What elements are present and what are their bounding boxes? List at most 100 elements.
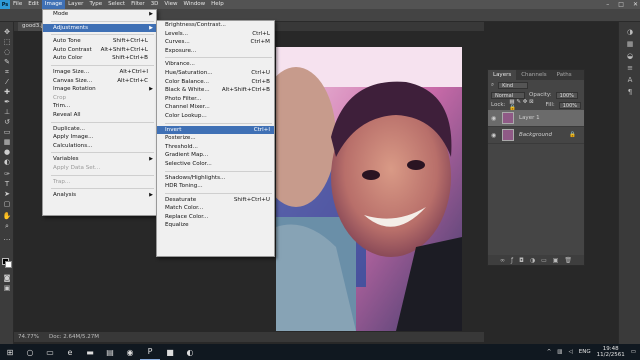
adjustment-layer-icon[interactable]: ◑ (530, 257, 535, 264)
menu-view[interactable]: View (161, 0, 180, 9)
pen-tool-icon[interactable]: ✑ (2, 170, 12, 178)
menu-layer[interactable]: Layer (65, 0, 86, 9)
lock-icons[interactable]: ▦ ✎ ✥ ⊠ 🔒 (509, 99, 541, 111)
layer-row-layer-1[interactable]: ◉ Layer 1 (488, 110, 584, 127)
maximize-icon[interactable]: □ (618, 0, 624, 9)
menu-item-adjustments[interactable]: Adjustments ▶ (43, 23, 156, 33)
tray-chevron-icon[interactable]: ^ (547, 349, 552, 355)
language-indicator[interactable]: ENG (579, 349, 591, 355)
adjustment-posterize[interactable]: Posterize... (157, 134, 274, 143)
close-icon[interactable]: ✕ (633, 0, 638, 9)
trash-icon[interactable]: 🗑 (564, 257, 572, 264)
add-mask-icon[interactable]: ◘ (519, 257, 524, 264)
adjustment-vibrance[interactable]: Vibrance... (157, 60, 274, 69)
quick-mask-icon[interactable]: ◙ (2, 274, 12, 282)
visibility-eye-icon[interactable]: ◉ (491, 132, 497, 139)
adjustment-channel-mixer[interactable]: Channel Mixer... (157, 103, 274, 112)
adjustment-hue-saturation[interactable]: Hue/Saturation... Ctrl+U (157, 69, 274, 78)
tab-channels[interactable]: Channels (516, 70, 551, 80)
clone-stamp-tool-icon[interactable]: ⊥ (2, 108, 12, 116)
start-icon[interactable]: ⊞ (0, 344, 20, 360)
store-icon[interactable]: ▤ (100, 344, 120, 360)
menu-item-image-size[interactable]: Image Size... Alt+Ctrl+I (43, 68, 156, 77)
adjustment-equalize[interactable]: Equalize (157, 221, 274, 230)
swatches-panel-icon[interactable]: ▦ (625, 40, 635, 48)
adjustment-threshold[interactable]: Threshold... (157, 143, 274, 152)
volume-icon[interactable]: ◁ (569, 349, 573, 355)
edge-icon[interactable]: e (60, 344, 80, 360)
menu-select[interactable]: Select (105, 0, 128, 9)
color-panel-icon[interactable]: ◑ (625, 28, 635, 36)
adjustment-invert[interactable]: Invert Ctrl+I (157, 125, 274, 135)
menu-item-calculations[interactable]: Calculations... (43, 142, 156, 151)
type-tool-icon[interactable]: T (2, 180, 12, 188)
link-layers-icon[interactable]: ∞ (500, 257, 505, 264)
lasso-tool-icon[interactable]: ◌ (2, 48, 12, 56)
group-icon[interactable]: ▭ (541, 257, 547, 264)
menu-item-mode[interactable]: Mode ▶ (43, 10, 156, 19)
adjustment-black-white[interactable]: Black & White... Alt+Shift+Ctrl+B (157, 86, 274, 95)
hand-tool-icon[interactable]: ✋ (2, 212, 12, 220)
menu-3d[interactable]: 3D (148, 0, 162, 9)
menu-item-reveal-all[interactable]: Reveal All (43, 111, 156, 120)
shape-tool-icon[interactable]: ▢ (2, 200, 12, 208)
tab-layers[interactable]: Layers (488, 70, 517, 80)
photoshop-taskbar-icon[interactable]: P (140, 344, 160, 360)
menu-item-auto-contrast[interactable]: Auto Contrast Alt+Shift+Ctrl+L (43, 46, 156, 55)
adjustment-hdr-toning[interactable]: HDR Toning... (157, 182, 274, 191)
adjustment-replace-color[interactable]: Replace Color... (157, 213, 274, 222)
adjustment-desaturate[interactable]: Desaturate Shift+Ctrl+U (157, 196, 274, 205)
history-brush-tool-icon[interactable]: ↺ (2, 118, 12, 126)
menu-item-auto-tone[interactable]: Auto Tone Shift+Ctrl+L (43, 37, 156, 46)
fill-input[interactable]: 100% (558, 101, 581, 109)
marquee-tool-icon[interactable]: ⬚ (2, 38, 12, 46)
layer-row-background[interactable]: ◉ Background 🔒 (488, 127, 584, 144)
opacity-input[interactable]: 100% (555, 91, 578, 99)
menu-item-image-rotation[interactable]: Image Rotation ▶ (43, 85, 156, 94)
move-tool-icon[interactable]: ✥ (2, 28, 12, 36)
healing-brush-tool-icon[interactable]: ✚ (2, 88, 12, 96)
clock[interactable]: 19:48 11/2/2561 (597, 346, 625, 358)
adjustment-color-balance[interactable]: Color Balance... Ctrl+B (157, 78, 274, 87)
adjustment-exposure[interactable]: Exposure... (157, 47, 274, 56)
minimize-icon[interactable]: – (606, 0, 609, 9)
menu-item-analysis[interactable]: Analysis ▶ (43, 191, 156, 200)
color-swatches[interactable] (2, 258, 12, 268)
task-view-icon[interactable]: ▭ (40, 344, 60, 360)
zoom-level[interactable]: 74.77% (18, 334, 39, 340)
search-icon[interactable]: ○ (20, 344, 40, 360)
file-explorer-icon[interactable]: ▬ (80, 344, 100, 360)
filter-kind-select[interactable]: Kind (498, 81, 529, 89)
menu-image[interactable]: Image (41, 0, 66, 9)
menu-filter[interactable]: Filter (128, 0, 148, 9)
adjustment-color-lookup[interactable]: Color Lookup... (157, 112, 274, 121)
properties-panel-icon[interactable]: ≡ (625, 64, 635, 72)
layer-style-icon[interactable]: ƒ (511, 257, 513, 264)
adjustment-gradient-map[interactable]: Gradient Map... (157, 151, 274, 160)
brush-tool-icon[interactable]: ✒ (2, 98, 12, 106)
zoom-tool-icon[interactable]: ⌕ (2, 222, 12, 230)
background-color[interactable] (5, 261, 12, 268)
adjustment-levels[interactable]: Levels... Ctrl+L (157, 30, 274, 39)
menu-edit[interactable]: Edit (25, 0, 42, 9)
gradient-tool-icon[interactable]: ▦ (2, 138, 12, 146)
crop-tool-icon[interactable]: ⌗ (2, 68, 12, 76)
adjustment-brightness-contrast[interactable]: Brightness/Contrast... (157, 21, 274, 30)
more-tools-icon[interactable]: … (2, 234, 12, 242)
menu-item-canvas-size[interactable]: Canvas Size... Alt+Ctrl+C (43, 77, 156, 86)
path-select-tool-icon[interactable]: ➤ (2, 190, 12, 198)
adjustment-curves[interactable]: Curves... Ctrl+M (157, 38, 274, 47)
menu-file[interactable]: File (10, 0, 25, 9)
quick-select-tool-icon[interactable]: ✎ (2, 58, 12, 66)
new-layer-icon[interactable]: ▣ (553, 257, 559, 264)
app-taskbar-icon[interactable]: ◐ (180, 344, 200, 360)
menu-item-apply-image[interactable]: Apply Image... (43, 133, 156, 142)
adjustment-shadows-highlights[interactable]: Shadows/Highlights... (157, 174, 274, 183)
character-panel-icon[interactable]: A (625, 76, 635, 84)
menu-item-duplicate[interactable]: Duplicate... (43, 125, 156, 134)
adjustments-panel-icon[interactable]: ◒ (625, 52, 635, 60)
adjustment-selective-color[interactable]: Selective Color... (157, 160, 274, 169)
notifications-icon[interactable]: ▭ (631, 349, 636, 355)
blur-tool-icon[interactable]: ● (2, 148, 12, 156)
eyedropper-tool-icon[interactable]: ⁄ (2, 78, 12, 86)
